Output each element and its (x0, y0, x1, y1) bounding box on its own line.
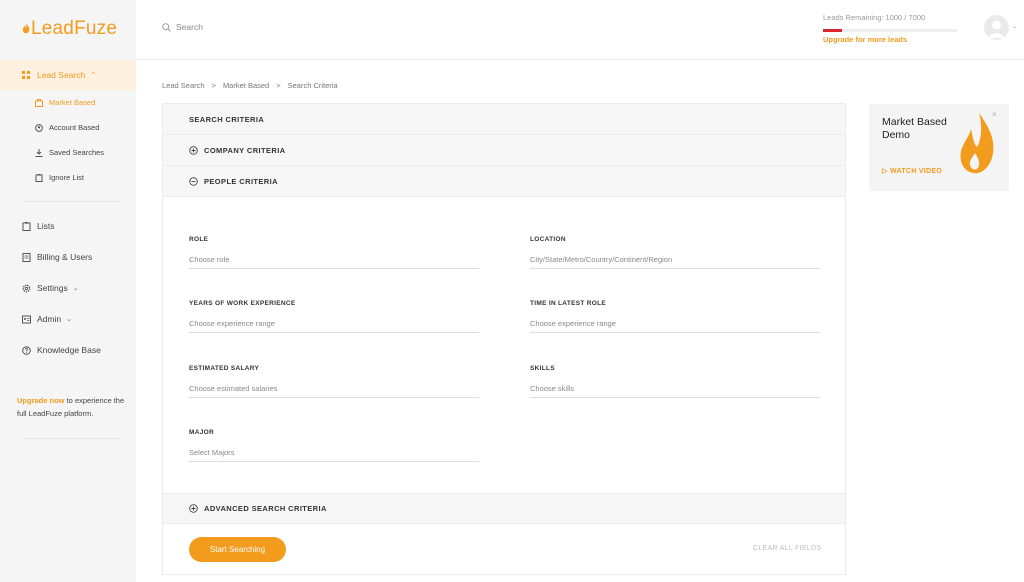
clear-all-fields-button[interactable]: CLEAR ALL FIELDS (753, 545, 821, 552)
section-title: COMPANY CRITERIA (204, 145, 286, 155)
sidebar-item-label: Lead Search (37, 70, 86, 80)
sidebar-item-label: Lists (37, 221, 55, 231)
field-label: MAJOR (189, 429, 214, 436)
skills-field: SKILLS Choose skills (530, 365, 820, 398)
salary-field: ESTIMATED SALARY Choose estimated salari… (189, 365, 479, 398)
leads-remaining: Leads Remaining: 1000 / 7000 (823, 13, 926, 22)
field-label: ESTIMATED SALARY (189, 365, 260, 372)
experience-input[interactable]: Choose experience range (189, 319, 479, 333)
field-label: ROLE (189, 236, 209, 243)
logo[interactable]: LeadFuze (22, 18, 117, 40)
sidebar-subitem-label: Ignore List (49, 173, 85, 182)
chevron-down-icon: ⌄ (66, 316, 72, 323)
search-bar[interactable]: Search (162, 22, 203, 32)
chevron-down-icon: ⌄ (72, 285, 79, 292)
help-icon (22, 345, 31, 355)
sidebar-subitem-label: Saved Searches (49, 148, 105, 157)
field-label: SKILLS (530, 365, 555, 372)
breadcrumb-item[interactable]: Lead Search (162, 81, 205, 90)
search-criteria-panel: SEARCH CRITERIA COMPANY CRITERIA PEOPLE … (162, 103, 846, 575)
plus-circle-icon (189, 145, 198, 155)
company-criteria-toggle[interactable]: COMPANY CRITERIA (163, 135, 845, 166)
clipboard-icon (22, 221, 31, 231)
leads-progress-bar (823, 29, 957, 32)
watch-video-label: WATCH VIDEO (889, 168, 943, 175)
search-criteria-header: SEARCH CRITERIA (163, 104, 845, 135)
section-title: SEARCH CRITERIA (189, 114, 265, 124)
flame-icon (22, 23, 30, 34)
search-icon (162, 22, 171, 32)
upgrade-now-link[interactable]: Upgrade now (17, 396, 65, 405)
sidebar-subitem-market-based[interactable]: Market Based (35, 98, 95, 107)
sidebar-divider (22, 201, 120, 202)
sidebar-divider (22, 438, 120, 439)
salary-input[interactable]: Choose estimated salaries (189, 384, 479, 398)
breadcrumb-separator: > (211, 81, 216, 90)
brand-name: LeadFuze (31, 18, 118, 39)
sidebar-item-admin[interactable]: Admin ⌄ (22, 314, 72, 324)
time-in-role-field: TIME IN LATEST ROLE Choose experience ra… (530, 300, 820, 333)
breadcrumb-item: Search Criteria (287, 81, 338, 90)
breadcrumb-separator: > (276, 81, 281, 90)
sidebar-item-billing[interactable]: Billing & Users (22, 252, 92, 262)
plus-circle-icon (189, 504, 198, 513)
play-icon: ▷ (882, 168, 890, 175)
field-label: TIME IN LATEST ROLE (530, 300, 606, 307)
receipt-icon (22, 252, 31, 262)
avatar[interactable] (984, 15, 1009, 40)
experience-field: YEARS OF WORK EXPERIENCE Choose experien… (189, 300, 479, 333)
field-label: YEARS OF WORK EXPERIENCE (189, 300, 296, 307)
sidebar: LeadFuze Lead Search ⌃ Market Based Acco… (0, 0, 136, 582)
flame-icon (960, 113, 994, 174)
briefcase-icon (35, 98, 43, 107)
chevron-down-icon[interactable]: ⌄ (1012, 23, 1017, 30)
field-label: LOCATION (530, 236, 566, 243)
sidebar-subitem-label: Market Based (49, 98, 96, 107)
sidebar-subitem-label: Account Based (49, 123, 100, 132)
start-searching-button[interactable]: Start Searching (189, 537, 286, 562)
search-placeholder: Search (176, 22, 203, 32)
leads-progress-fill (823, 29, 842, 32)
sidebar-subitem-ignore-list[interactable]: Ignore List (35, 173, 84, 182)
gear-icon (22, 284, 31, 292)
sidebar-item-knowledge-base[interactable]: Knowledge Base (22, 345, 101, 355)
demo-title: Market Based Demo (882, 116, 947, 141)
upgrade-leads-link[interactable]: Upgrade for more leads (823, 35, 907, 44)
sidebar-item-lead-search[interactable]: Lead Search ⌃ (0, 60, 136, 90)
minus-circle-icon (189, 176, 198, 186)
sidebar-item-label: Knowledge Base (37, 345, 101, 355)
sidebar-item-label: Admin (37, 314, 62, 324)
sidebar-subitem-account-based[interactable]: Account Based (35, 123, 99, 132)
section-title: ADVANCED SEARCH CRITERIA (204, 504, 327, 513)
breadcrumb-item[interactable]: Market Based (223, 81, 269, 90)
chevron-up-icon: ⌃ (90, 72, 97, 79)
sidebar-item-label: Settings (37, 283, 68, 293)
sidebar-item-label: Billing & Users (37, 252, 93, 262)
grid-icon (22, 71, 30, 79)
account-icon (35, 123, 43, 132)
sidebar-item-settings[interactable]: Settings ⌄ (22, 283, 79, 293)
section-title: PEOPLE CRITERIA (204, 176, 278, 186)
major-field: MAJOR Select Majors (189, 429, 479, 462)
header-divider (136, 59, 1024, 60)
upgrade-note: Upgrade now to experience the full LeadF… (17, 394, 127, 420)
location-field: LOCATION City/State/Metro/Country/Contin… (530, 236, 820, 269)
time-in-role-input[interactable]: Choose experience range (530, 319, 820, 333)
watch-video-link[interactable]: ▷ WATCH VIDEO (882, 167, 942, 175)
role-input[interactable]: Choose role (189, 255, 479, 269)
role-field: ROLE Choose role (189, 236, 479, 269)
advanced-criteria-toggle[interactable]: ADVANCED SEARCH CRITERIA (163, 493, 845, 524)
sidebar-item-lists[interactable]: Lists (22, 221, 54, 231)
major-input[interactable]: Select Majors (189, 448, 479, 462)
breadcrumb: Lead Search > Market Based > Search Crit… (162, 81, 338, 90)
location-input[interactable]: City/State/Metro/Country/Continent/Regio… (530, 255, 820, 269)
sidebar-subitem-saved-searches[interactable]: Saved Searches (35, 148, 104, 157)
skills-input[interactable]: Choose skills (530, 384, 820, 398)
clipboard-icon (35, 173, 43, 182)
people-criteria-toggle[interactable]: PEOPLE CRITERIA (163, 166, 845, 197)
admin-icon (22, 315, 31, 323)
download-icon (35, 148, 43, 157)
user-silhouette-icon (988, 20, 1005, 38)
demo-card: Market Based Demo ▷ WATCH VIDEO × (869, 104, 1009, 191)
